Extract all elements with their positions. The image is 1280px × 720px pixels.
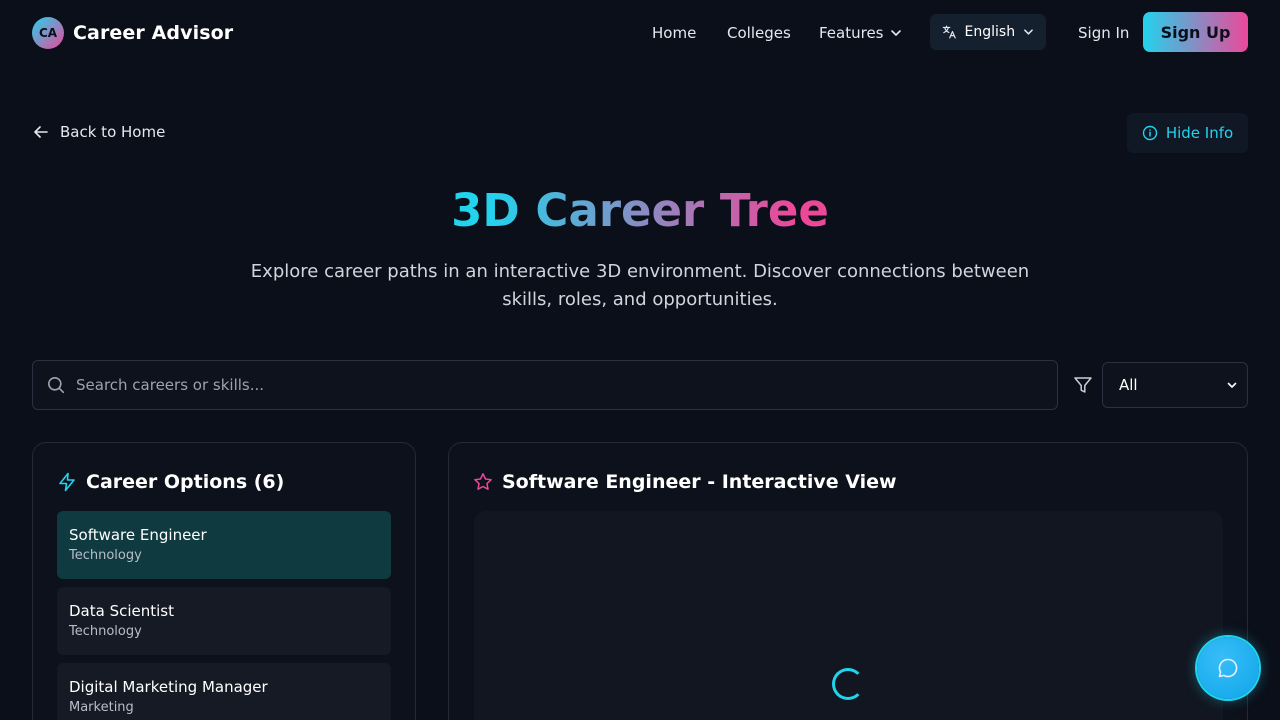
brand-logo: CA: [32, 17, 64, 49]
chevron-down-icon: [1227, 382, 1237, 388]
career-item-category: Technology: [69, 624, 142, 639]
interactive-view-header: Software Engineer - Interactive View: [473, 471, 897, 493]
category-filter-select[interactable]: All: [1102, 362, 1248, 408]
career-item-software-engineer[interactable]: Software Engineer Technology: [57, 511, 391, 579]
career-item-digital-marketing-manager[interactable]: Digital Marketing Manager Marketing: [57, 663, 391, 720]
career-options-title: Career Options (6): [86, 471, 285, 493]
zap-icon: [59, 472, 75, 492]
career-item-title: Data Scientist: [69, 602, 174, 620]
page: CA Career Advisor Home Colleges Features…: [0, 0, 1280, 720]
navbar: CA Career Advisor Home Colleges Features…: [0, 0, 1280, 66]
hide-info-label: Hide Info: [1165, 124, 1234, 142]
career-item-category: Technology: [69, 548, 142, 563]
nav-home-link[interactable]: Home: [652, 24, 696, 42]
nav-features-label: Features: [819, 24, 884, 42]
chevron-down-icon: [1024, 29, 1033, 35]
search-icon: [48, 377, 65, 394]
career-list: Software Engineer Technology Data Scient…: [57, 511, 391, 720]
career-item-category: Marketing: [69, 700, 134, 715]
brand[interactable]: CA Career Advisor: [32, 17, 233, 49]
nav-colleges-link[interactable]: Colleges: [727, 24, 791, 42]
language-label: English: [964, 24, 1016, 40]
translate-icon: [942, 25, 956, 39]
search-box: [32, 360, 1058, 410]
page-subtitle: Explore career paths in an interactive 3…: [250, 261, 1030, 310]
back-to-home-link[interactable]: Back to Home: [32, 123, 165, 141]
chat-icon: [1218, 658, 1238, 678]
back-to-home-label: Back to Home: [60, 123, 166, 141]
sign-up-button[interactable]: Sign Up: [1143, 12, 1248, 52]
sign-in-link[interactable]: Sign In: [1078, 24, 1129, 42]
star-icon: [474, 473, 492, 490]
interactive-view-panel: Software Engineer - Interactive View: [448, 442, 1248, 720]
career-item-title: Software Engineer: [69, 526, 207, 544]
career-options-panel: Career Options (6) Software Engineer Tec…: [32, 442, 416, 720]
brand-name: Career Advisor: [73, 22, 234, 44]
chat-button[interactable]: [1197, 637, 1259, 699]
filter-icon[interactable]: [1073, 375, 1093, 395]
arrow-left-icon: [34, 126, 48, 138]
page-title: 3D Career Tree: [0, 184, 1280, 237]
category-filter-value: All: [1119, 376, 1138, 394]
info-icon: [1142, 125, 1158, 141]
loading-spinner: [832, 668, 864, 700]
search-input[interactable]: [76, 376, 1043, 394]
3d-canvas[interactable]: [474, 511, 1223, 720]
career-options-header: Career Options (6): [57, 471, 284, 493]
chevron-down-icon: [890, 30, 901, 36]
language-selector[interactable]: English: [930, 14, 1046, 50]
career-item-title: Digital Marketing Manager: [69, 678, 268, 696]
hide-info-button[interactable]: Hide Info: [1127, 113, 1248, 153]
interactive-view-title: Software Engineer - Interactive View: [502, 471, 897, 493]
nav-features-menu[interactable]: Features: [819, 24, 902, 42]
career-item-data-scientist[interactable]: Data Scientist Technology: [57, 587, 391, 655]
